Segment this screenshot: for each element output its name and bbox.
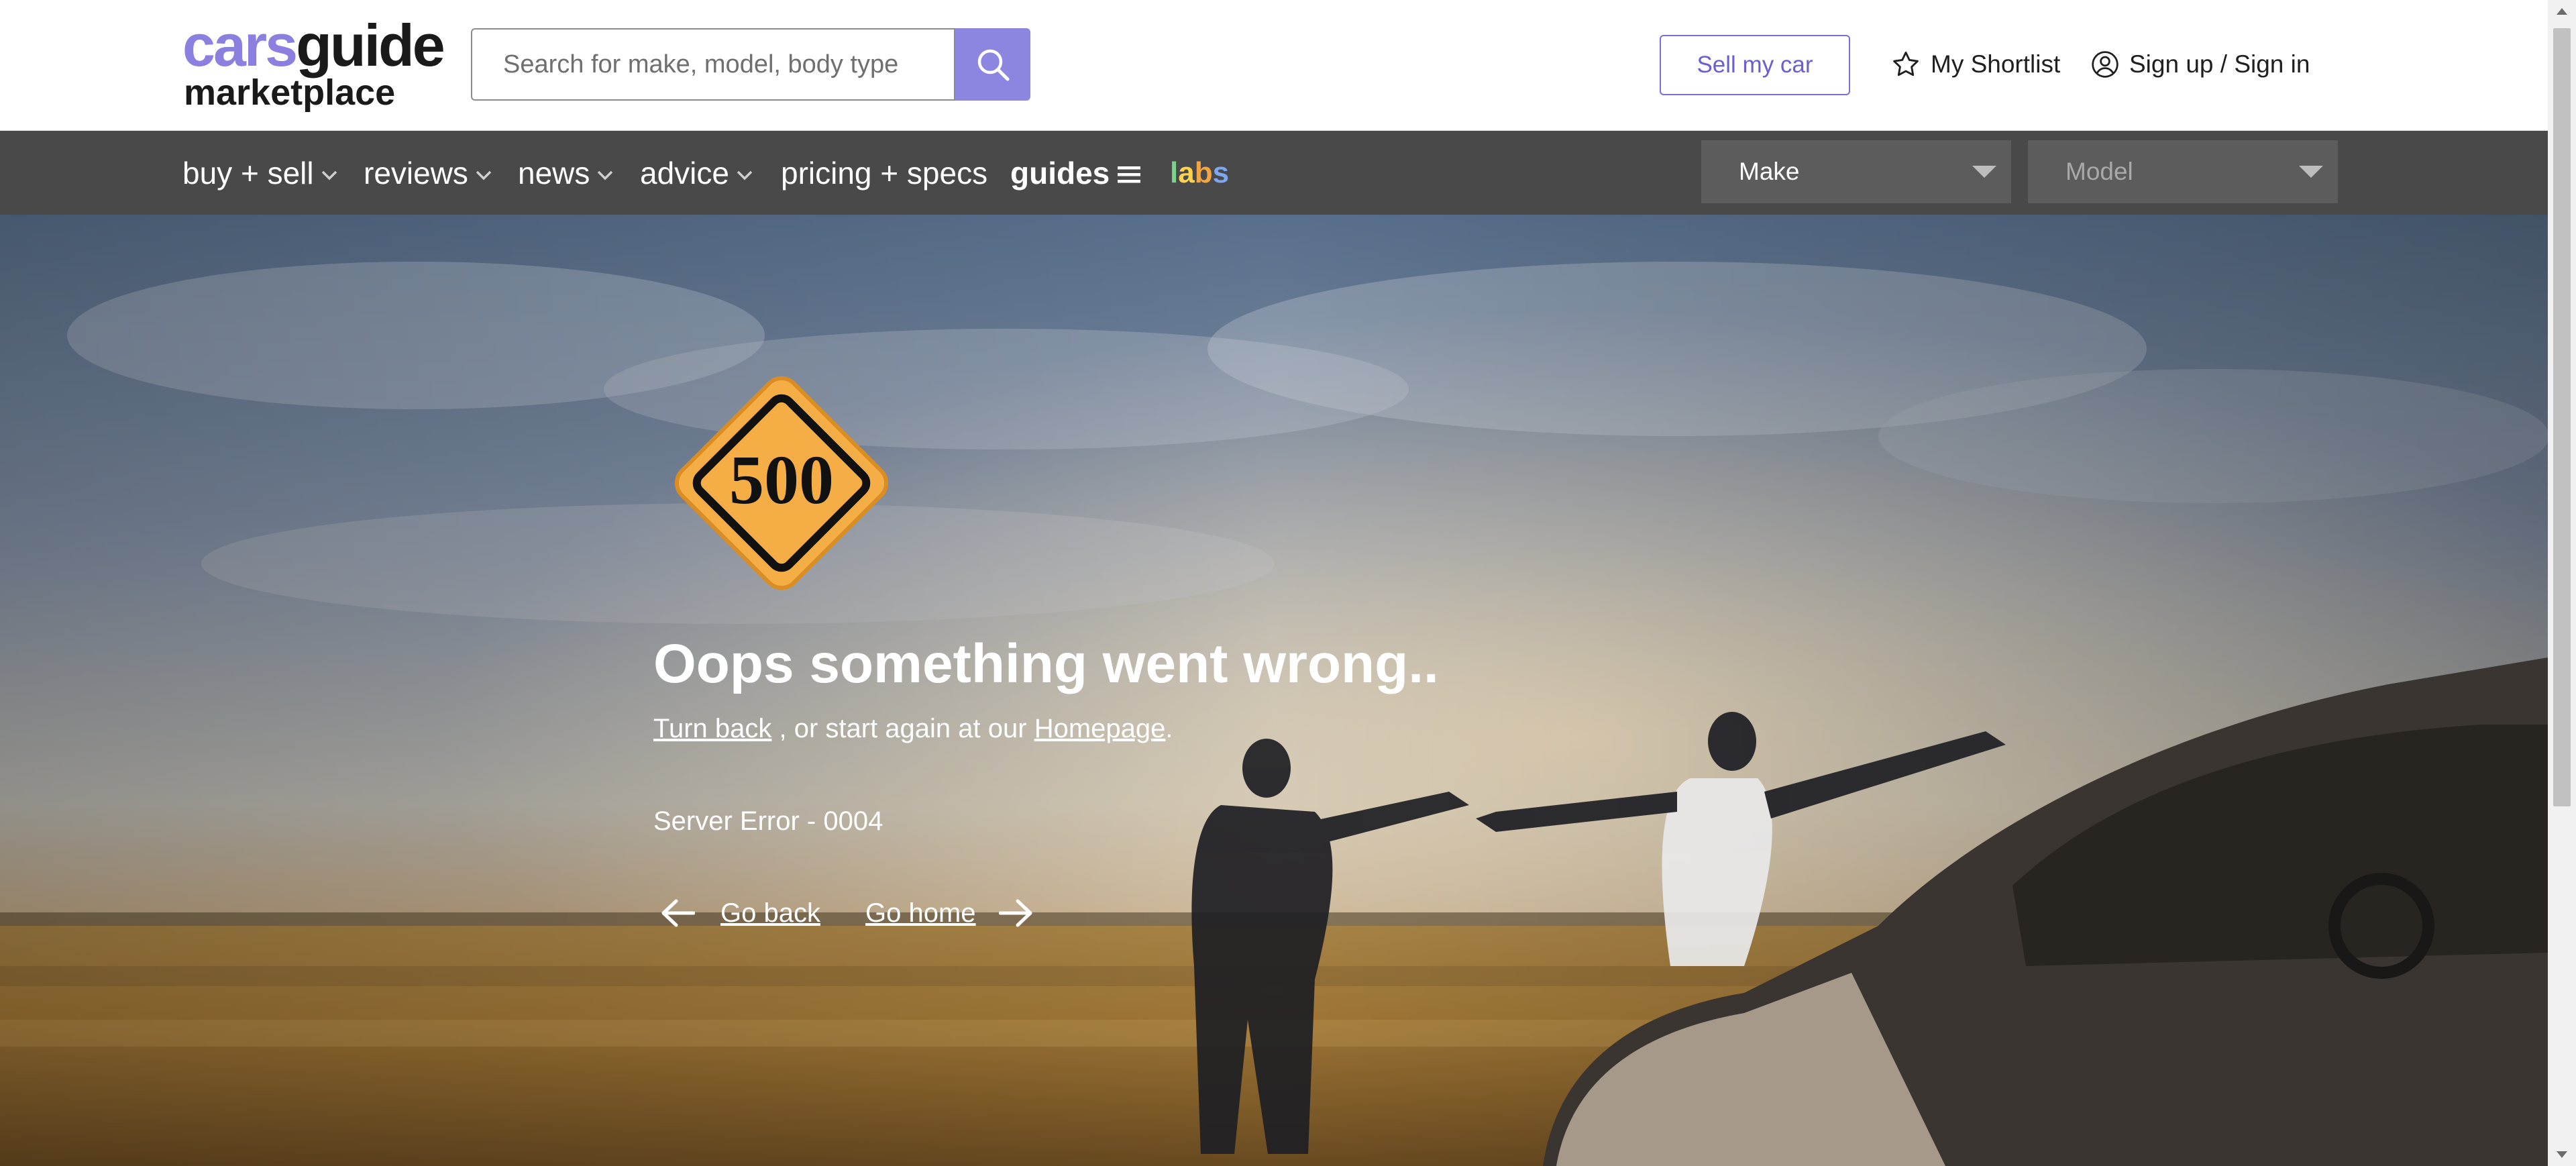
error-title: Oops something went wrong.. bbox=[653, 633, 1439, 694]
search-icon bbox=[977, 49, 1010, 81]
site-header: carsguide marketplace Sell my car My Sho… bbox=[0, 0, 2548, 131]
star-icon bbox=[1893, 51, 1919, 76]
nav-news[interactable]: news bbox=[518, 131, 614, 215]
search-button[interactable] bbox=[955, 28, 1030, 101]
go-home-link[interactable]: Go home bbox=[865, 890, 1034, 937]
error-message-period: . bbox=[1165, 714, 1173, 743]
error-500-warning-sign: 500 bbox=[674, 376, 889, 590]
error-hero: 500 Oops something went wrong.. Turn bac… bbox=[0, 215, 2548, 1166]
nav-buy-sell[interactable]: buy + sell bbox=[182, 131, 338, 215]
chevron-down-icon bbox=[321, 170, 337, 180]
chevron-down-icon bbox=[598, 170, 613, 180]
user-circle-icon bbox=[2092, 51, 2118, 78]
go-home-label: Go home bbox=[865, 898, 976, 928]
error-sign-number: 500 bbox=[729, 441, 834, 519]
my-shortlist-link[interactable]: My Shortlist bbox=[1890, 46, 2060, 83]
server-error-code: Server Error - 0004 bbox=[653, 806, 883, 836]
arrow-left-icon bbox=[661, 899, 695, 927]
sign-in-label: Sign up / Sign in bbox=[2129, 50, 2310, 78]
go-back-link[interactable]: Go back bbox=[660, 890, 820, 937]
nav-labs[interactable]: labs bbox=[1170, 131, 1229, 215]
error-message-text: , or start again at our bbox=[771, 714, 1034, 743]
shortlist-label: My Shortlist bbox=[1931, 50, 2061, 78]
make-select[interactable]: Make bbox=[1701, 140, 2011, 203]
nav-guides[interactable]: guides bbox=[1010, 131, 1142, 215]
logo-subtitle: marketplace bbox=[184, 72, 396, 113]
sign-in-link[interactable]: Sign up / Sign in bbox=[2090, 46, 2310, 83]
scrollbar-thumb[interactable] bbox=[2553, 28, 2571, 806]
homepage-link[interactable]: Homepage bbox=[1034, 714, 1166, 743]
vertical-scrollbar[interactable] bbox=[2548, 0, 2576, 1166]
nav-pricing-specs[interactable]: pricing + specs bbox=[781, 131, 987, 215]
scroll-up-arrow-icon[interactable] bbox=[2557, 8, 2567, 15]
nav-advice[interactable]: advice bbox=[640, 131, 753, 215]
hamburger-icon bbox=[1118, 166, 1141, 182]
chevron-down-icon bbox=[476, 170, 492, 180]
scroll-down-arrow-icon[interactable] bbox=[2557, 1151, 2567, 1158]
search-input[interactable] bbox=[471, 28, 955, 101]
turn-back-link[interactable]: Turn back bbox=[653, 714, 771, 743]
carsguide-logo[interactable]: carsguide marketplace bbox=[182, 16, 445, 113]
logo-wordmark: carsguide bbox=[182, 12, 445, 78]
caret-down-icon bbox=[2299, 166, 2323, 178]
error-message: Turn back , or start again at our Homepa… bbox=[653, 710, 1173, 747]
sell-my-car-button[interactable]: Sell my car bbox=[1660, 35, 1850, 95]
model-select[interactable]: Model bbox=[2028, 140, 2338, 203]
main-navigation: buy + sell reviews news advice pricing +… bbox=[0, 131, 2548, 215]
go-back-label: Go back bbox=[720, 898, 820, 928]
nav-reviews[interactable]: reviews bbox=[364, 131, 492, 215]
chevron-down-icon bbox=[737, 170, 753, 180]
caret-down-icon bbox=[1972, 166, 1996, 178]
arrow-right-icon bbox=[998, 899, 1032, 927]
